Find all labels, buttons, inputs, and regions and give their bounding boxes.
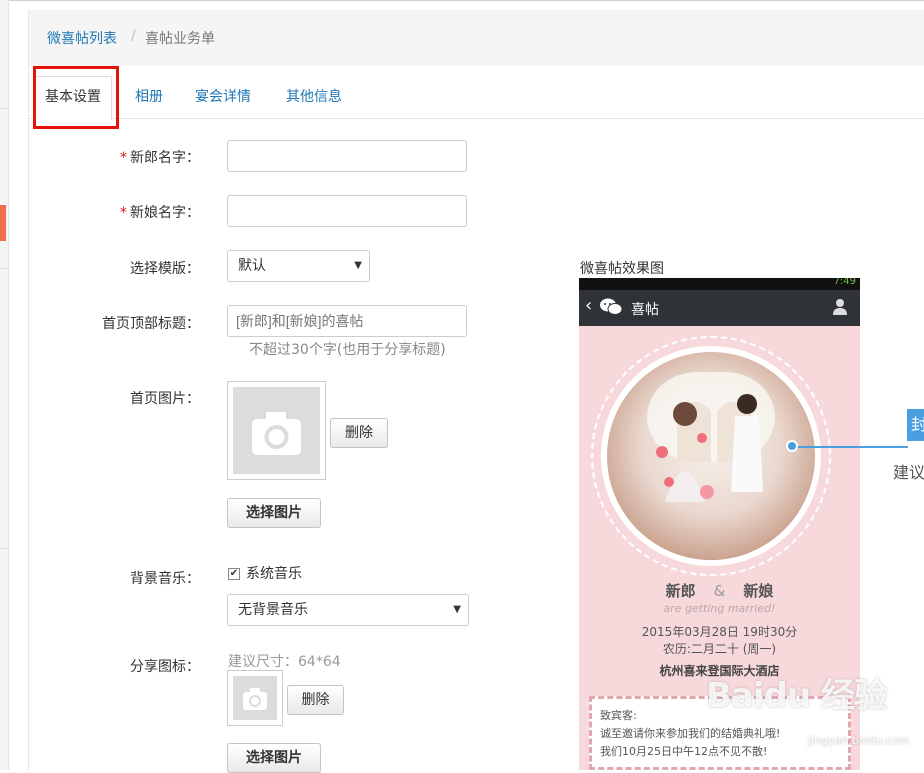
home-image-delete-button[interactable]: 删除 — [330, 418, 388, 448]
home-title-label: 首页顶部标题： — [102, 316, 200, 332]
share-icon-delete-button[interactable]: 删除 — [287, 685, 344, 715]
invitation-line-2: 我们10月25日中午12点不见不散! — [600, 745, 768, 758]
preview-title: 微喜帖效果图 — [580, 261, 664, 277]
baidu-watermark: Baidu 经验 — [706, 676, 888, 716]
baidu-watermark-url: jingyan.baidu.com — [808, 734, 910, 747]
breadcrumb: 微喜帖列表 / 喜帖业务单 — [29, 10, 924, 66]
share-icon-hint: 建议尺寸：64*64 — [228, 654, 341, 670]
sidebar-divider — [0, 268, 8, 269]
back-arrow-icon: ‹ — [585, 295, 593, 316]
callout-dot — [786, 440, 798, 452]
home-image-label: 首页图片： — [130, 391, 200, 407]
home-image-frame[interactable] — [227, 381, 326, 480]
home-image-choose-button[interactable]: 选择图片 — [227, 498, 321, 528]
callout-text: 建议 — [893, 463, 924, 482]
tab-bar: 基本设置 相册 宴会详情 其他信息 — [29, 66, 924, 120]
bg-music-label: 背景音乐： — [130, 571, 200, 587]
required-mark: * — [120, 205, 127, 221]
check-icon: ✔ — [229, 568, 239, 579]
preview-date: 2015年03月28日 19时30分 — [641, 625, 798, 639]
bride-label: * 新娘名字： — [120, 205, 200, 221]
preview-tagline: are getting married! — [663, 602, 776, 615]
bg-music-select[interactable]: 无背景音乐 ▼ — [227, 594, 469, 626]
couple-names: 新郎 & 新娘 — [579, 580, 860, 601]
bride-name-input[interactable] — [227, 195, 467, 227]
share-icon-label: 分享图标： — [130, 659, 200, 675]
image-placeholder — [233, 676, 277, 720]
wechat-icon — [600, 298, 623, 315]
system-music-checkbox[interactable]: ✔ — [228, 568, 240, 580]
tab-highlight-box — [33, 66, 119, 129]
system-music-label: 系统音乐 — [246, 566, 302, 582]
sidebar-divider — [0, 548, 8, 549]
template-selected-value: 默认 — [238, 258, 266, 274]
tab-other-info[interactable]: 其他信息 — [286, 66, 342, 118]
home-title-input[interactable] — [227, 305, 467, 337]
preview-bride: 新娘 — [743, 582, 774, 600]
breadcrumb-current: 喜帖业务单 — [145, 31, 215, 47]
user-icon — [833, 299, 847, 315]
breadcrumb-parent-link[interactable]: 微喜帖列表 — [47, 28, 117, 48]
sidebar-active-marker — [0, 205, 6, 241]
template-label: 选择模版： — [130, 261, 200, 277]
preview-lunar-date: 农历:二月二十 (周一) — [662, 642, 777, 656]
tab-album[interactable]: 相册 — [135, 66, 163, 118]
groom-label: * 新郎名字： — [120, 150, 200, 166]
share-icon-choose-button[interactable]: 选择图片 — [227, 743, 321, 773]
camera-icon — [252, 412, 301, 455]
camera-icon — [243, 688, 267, 710]
groom-name-input[interactable] — [227, 140, 467, 172]
template-select[interactable]: 默认 ▼ — [227, 250, 370, 282]
phone-status-time: 7:49 — [833, 278, 856, 287]
bg-music-selected-value: 无背景音乐 — [238, 602, 308, 618]
share-icon-frame[interactable] — [227, 670, 283, 726]
home-title-help: 不超过30个字(也用于分享标题) — [249, 342, 446, 358]
callout-line — [792, 446, 908, 448]
top-border — [0, 0, 924, 1]
sidebar-divider — [0, 108, 8, 109]
phone-header: ‹ 喜帖 — [579, 290, 860, 326]
couple-photo-illustration — [647, 372, 775, 502]
chevron-down-icon: ▼ — [453, 604, 461, 615]
phone-status-bar: 7:49 — [579, 278, 860, 290]
required-mark: * — [120, 150, 127, 166]
chevron-down-icon: ▼ — [354, 260, 362, 271]
tab-banquet-details[interactable]: 宴会详情 — [195, 66, 251, 118]
callout-label: 封 — [907, 409, 924, 441]
left-sidebar-edge — [0, 0, 9, 770]
breadcrumb-separator: / — [131, 28, 136, 44]
phone-header-title: 喜帖 — [631, 302, 659, 318]
invitation-line-1: 诚至邀请你来参加我们的结婚典礼哦! — [600, 727, 781, 740]
invitation-greeting: 致宾客: — [600, 709, 637, 722]
preview-amp: & — [713, 582, 726, 600]
preview-groom: 新郎 — [665, 582, 696, 600]
wedding-photo — [601, 346, 821, 566]
image-placeholder — [233, 387, 320, 474]
